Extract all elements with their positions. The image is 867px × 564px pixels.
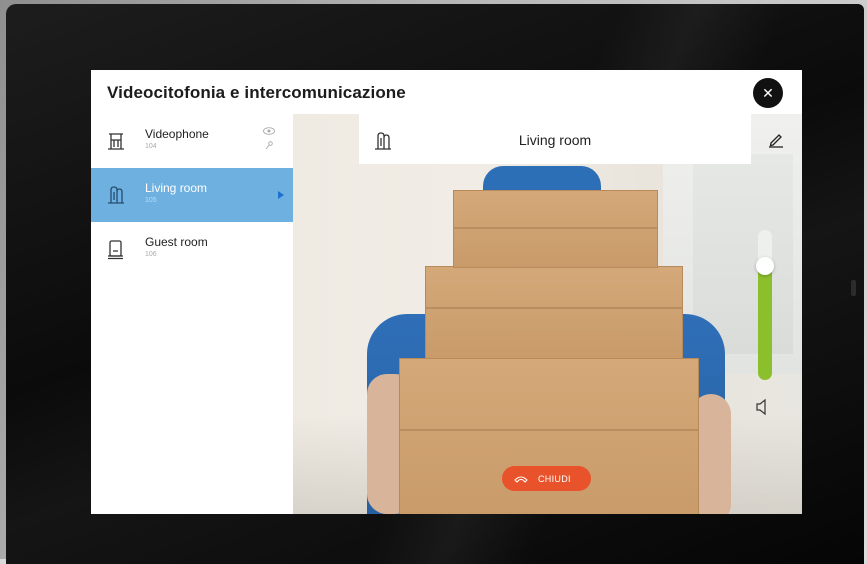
- call-header: Living room: [359, 114, 751, 164]
- hangup-label: CHIUDI: [538, 474, 571, 484]
- room-item-living-room[interactable]: Living room 105: [91, 168, 293, 222]
- play-icon: [278, 191, 284, 199]
- cardboard-box: [425, 266, 683, 359]
- pencil-icon: [769, 134, 783, 148]
- room-item-label: Videophone: [145, 127, 209, 141]
- video-feed: [293, 114, 802, 514]
- call-room-title: Living room: [518, 132, 592, 148]
- intercom-handset-icon: [108, 240, 123, 260]
- app-header: Videocitofonia e intercomunicazione ✕: [91, 70, 802, 114]
- room-item-guest-room[interactable]: Guest room 106: [91, 222, 293, 276]
- speaker-icon[interactable]: [755, 398, 771, 416]
- edit-button[interactable]: [751, 114, 802, 164]
- room-item-number: 104: [145, 143, 157, 150]
- eye-icon[interactable]: [263, 127, 275, 135]
- device-side-button: [851, 280, 856, 296]
- room-item-label: Living room: [145, 181, 208, 195]
- room-item-number: 106: [145, 251, 157, 258]
- device-screen: Videocitofonia e intercomunicazione ✕ Vi…: [91, 70, 802, 514]
- hangup-icon: [514, 476, 528, 483]
- volume-handle[interactable]: [756, 257, 774, 275]
- cardboard-box: [453, 190, 658, 268]
- volume-level: [758, 266, 772, 380]
- room-item-label: Guest room: [145, 235, 208, 249]
- volume-slider[interactable]: [756, 230, 774, 380]
- close-icon: ✕: [762, 85, 774, 101]
- close-button[interactable]: ✕: [753, 78, 783, 108]
- key-icon[interactable]: [265, 141, 273, 150]
- page-title: Videocitofonia e intercomunicazione: [107, 83, 406, 102]
- hangup-button[interactable]: CHIUDI: [502, 466, 591, 491]
- room-item-number: 105: [145, 197, 157, 204]
- room-item-videophone[interactable]: Videophone 104: [91, 114, 293, 168]
- videophone-icon: [108, 133, 124, 150]
- intercom-icon: [108, 186, 124, 204]
- room-list: Videophone 104 Living room 105 Guest roo…: [91, 114, 293, 514]
